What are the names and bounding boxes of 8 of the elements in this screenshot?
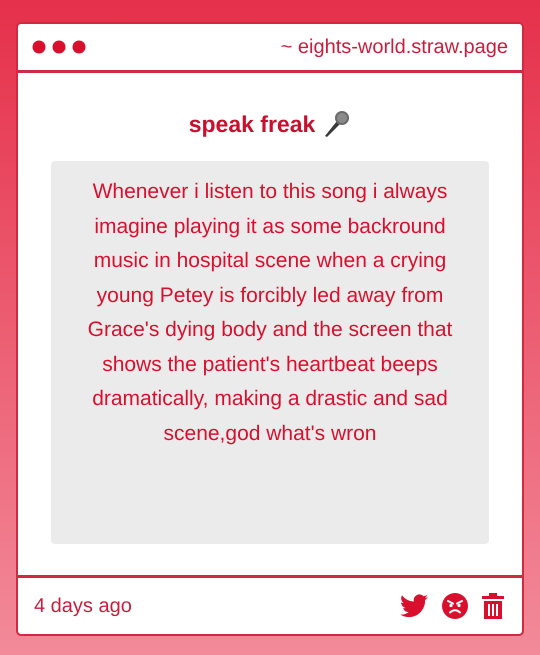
post-time: 4 days ago bbox=[34, 594, 132, 618]
message-text: Whenever i listen to this song i always imagine playing it as some backround music in hospital scene when a crying young Petey is forcibly led away from Grace's dying body and the screen that shows the patient's heartbeat beeps dramatically, making a drastic and sad scene,god what's wron bbox=[86, 179, 454, 446]
post-title: speak freak bbox=[188, 110, 316, 138]
delete-icon[interactable] bbox=[482, 593, 504, 619]
window-dots-icon bbox=[32, 40, 86, 54]
page-address: ~ eights-world.straw.page bbox=[280, 36, 508, 58]
angry-face-icon[interactable] bbox=[442, 593, 468, 619]
bird-icon[interactable] bbox=[400, 594, 428, 618]
